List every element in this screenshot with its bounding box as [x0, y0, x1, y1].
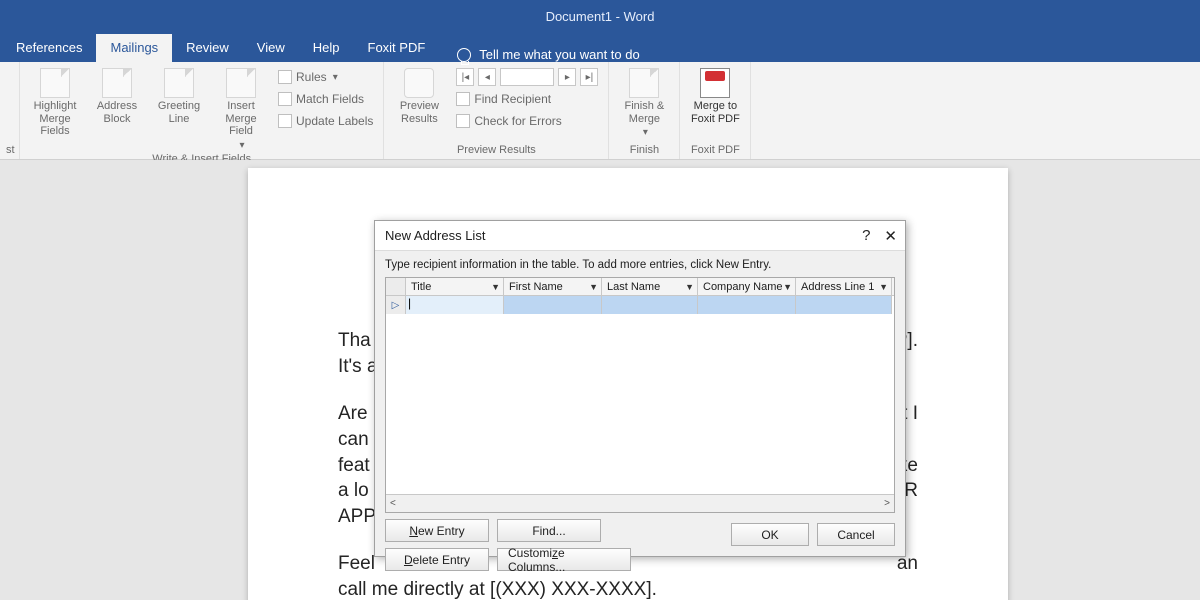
check-errors-button[interactable]: Check for Errors [452, 110, 602, 132]
record-nav: |◂ ◂ ▸ ▸| [452, 66, 602, 88]
group-finish: Finish & Merge ▾ Finish [609, 62, 680, 159]
prev-record-button[interactable]: ◂ [478, 68, 496, 86]
page-icon [226, 68, 256, 98]
col-title[interactable]: Title▼ [406, 278, 504, 295]
page-icon [278, 92, 292, 106]
help-button[interactable]: ? [862, 227, 870, 245]
dialog-title: New Address List [385, 228, 485, 243]
col-first-name[interactable]: First Name▼ [504, 278, 602, 295]
tell-me[interactable]: Tell me what you want to do [457, 47, 639, 62]
page-icon [102, 68, 132, 98]
check-icon [456, 114, 470, 128]
page-icon [278, 70, 292, 84]
record-number-input[interactable] [500, 68, 554, 86]
cell-title[interactable]: | [406, 296, 504, 314]
new-address-list-dialog: New Address List ? ✕ Type recipient info… [374, 220, 906, 557]
lightbulb-icon [457, 48, 471, 62]
col-company-name[interactable]: Company Name▼ [698, 278, 796, 295]
page-icon [278, 114, 292, 128]
col-address-line-1[interactable]: Address Line 1▼ [796, 278, 892, 295]
highlight-merge-fields-button[interactable]: Highlight Merge Fields [26, 66, 84, 138]
pdf-icon [700, 68, 730, 98]
document-area: ThaIP]. It's a Areat I can featake a loA… [0, 160, 1200, 600]
page-icon [40, 68, 70, 98]
preview-icon [404, 68, 434, 98]
tell-me-label: Tell me what you want to do [479, 47, 639, 62]
chevron-down-icon: ▼ [685, 282, 694, 292]
dialog-instruction: Type recipient information in the table.… [385, 259, 895, 271]
match-fields-button[interactable]: Match Fields [274, 88, 377, 110]
find-button[interactable]: Find... [497, 519, 601, 542]
cell-last-name[interactable] [602, 296, 698, 314]
delete-entry-button[interactable]: Delete Entry [385, 548, 489, 571]
insert-merge-field-button[interactable]: Insert Merge Field ▾ [212, 66, 270, 151]
chevron-down-icon: ▼ [879, 282, 888, 292]
chevron-down-icon: ▼ [491, 282, 500, 292]
group-label: Preview Results [390, 142, 602, 157]
first-record-button[interactable]: |◂ [456, 68, 474, 86]
chevron-down-icon: ▾ [333, 72, 338, 83]
document-title: Document1 - Word [546, 9, 655, 24]
grid-header: Title▼ First Name▼ Last Name▼ Company Na… [386, 278, 894, 296]
next-record-button[interactable]: ▸ [558, 68, 576, 86]
merge-to-foxit-button[interactable]: Merge to Foxit PDF [686, 66, 744, 125]
tab-references[interactable]: References [2, 34, 96, 62]
group-truncated-label: st [6, 142, 13, 157]
ribbon-tabs: References Mailings Review View Help Fox… [0, 32, 1200, 62]
finish-merge-button[interactable]: Finish & Merge ▾ [615, 66, 673, 139]
grid-scrollbar[interactable]: < > [386, 494, 894, 512]
group-foxit: Merge to Foxit PDF Foxit PDF [680, 62, 751, 159]
scroll-right-icon[interactable]: > [884, 498, 890, 509]
greeting-line-button[interactable]: Greeting Line [150, 66, 208, 125]
tab-foxit-pdf[interactable]: Foxit PDF [354, 34, 440, 62]
ok-button[interactable]: OK [731, 523, 809, 546]
tab-help[interactable]: Help [299, 34, 354, 62]
group-label: Foxit PDF [686, 142, 744, 157]
close-button[interactable]: ✕ [884, 227, 897, 245]
group-truncated: st [0, 62, 20, 159]
new-entry-button[interactable]: New Entry [385, 519, 489, 542]
title-bar: Document1 - Word [0, 0, 1200, 32]
grid-empty-area [386, 314, 894, 494]
cell-address-line-1[interactable] [796, 296, 892, 314]
group-preview-results: Preview Results |◂ ◂ ▸ ▸| Find Recipient… [384, 62, 609, 159]
last-record-button[interactable]: ▸| [580, 68, 598, 86]
dialog-titlebar: New Address List ? ✕ [375, 221, 905, 251]
scroll-left-icon[interactable]: < [390, 498, 396, 509]
cell-company-name[interactable] [698, 296, 796, 314]
chevron-down-icon: ▼ [589, 282, 598, 292]
group-write-insert: Highlight Merge Fields Address Block Gre… [20, 62, 384, 159]
tab-review[interactable]: Review [172, 34, 243, 62]
update-labels-button[interactable]: Update Labels [274, 110, 377, 132]
chevron-down-icon: ▾ [239, 140, 244, 152]
cell-first-name[interactable] [504, 296, 602, 314]
rules-button[interactable]: Rules▾ [274, 66, 377, 88]
search-icon [456, 92, 470, 106]
col-last-name[interactable]: Last Name▼ [602, 278, 698, 295]
address-grid[interactable]: Title▼ First Name▼ Last Name▼ Company Na… [385, 277, 895, 513]
customize-columns-button[interactable]: Customize Columns... [497, 548, 631, 571]
find-recipient-button[interactable]: Find Recipient [452, 88, 602, 110]
grid-row[interactable]: ▷ | [386, 296, 894, 314]
chevron-down-icon: ▼ [783, 282, 792, 292]
group-label: Finish [615, 142, 673, 157]
address-block-button[interactable]: Address Block [88, 66, 146, 125]
row-selector-icon[interactable]: ▷ [386, 296, 406, 314]
page-icon [164, 68, 194, 98]
tab-mailings[interactable]: Mailings [96, 34, 172, 62]
page-icon [629, 68, 659, 98]
chevron-down-icon: ▾ [643, 127, 648, 139]
tab-view[interactable]: View [243, 34, 299, 62]
preview-results-button[interactable]: Preview Results [390, 66, 448, 125]
cancel-button[interactable]: Cancel [817, 523, 895, 546]
row-header-blank [386, 278, 406, 295]
ribbon: st Highlight Merge Fields Address Block … [0, 62, 1200, 160]
